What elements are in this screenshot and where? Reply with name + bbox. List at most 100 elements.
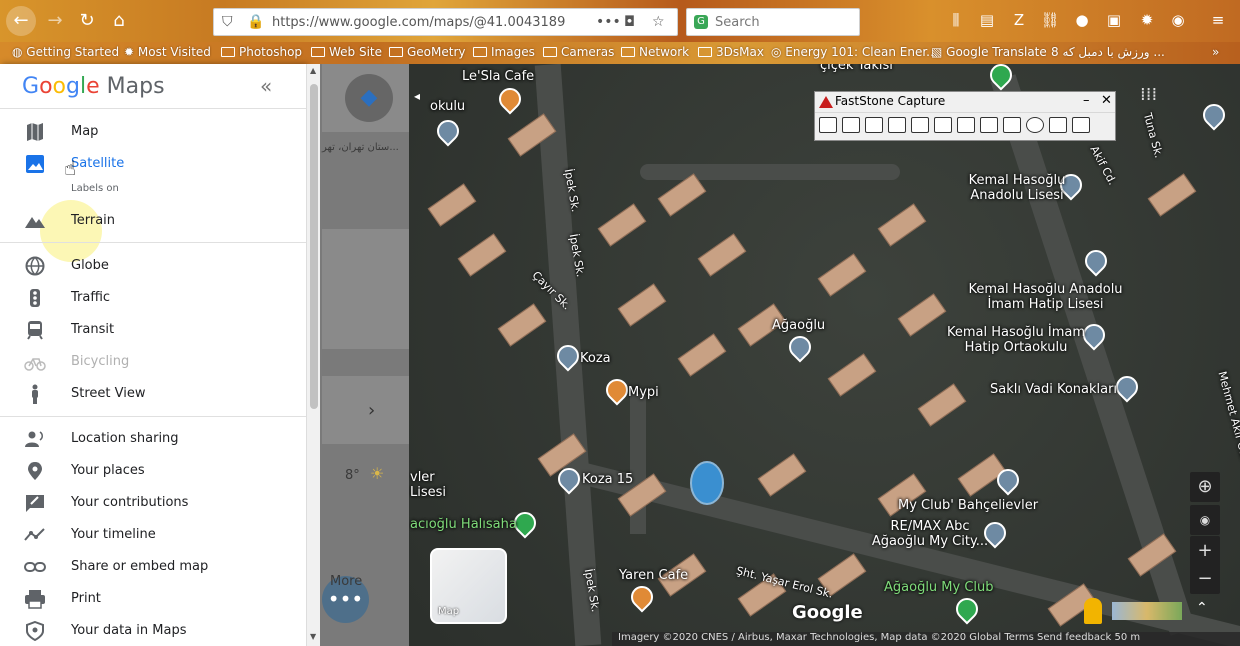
output-icon[interactable] <box>1049 117 1067 133</box>
bookmark-star-icon[interactable]: ☆ <box>652 14 665 30</box>
globe-view-button[interactable]: ⊕ <box>1190 472 1220 502</box>
sidebar-icon[interactable]: ▤ <box>977 11 997 31</box>
apps-grid-icon[interactable]: ⁞⁞⁞ <box>1140 84 1157 105</box>
address-bar[interactable]: ⛉ 🔒 https://www.google.com/maps/@41.0043… <box>213 8 678 36</box>
menu-scrollbar[interactable]: ▲ ▼ <box>306 64 320 646</box>
map-type-toggle[interactable]: Map <box>430 548 507 624</box>
bookmark-network[interactable]: Network <box>621 45 689 59</box>
capture-window-icon[interactable] <box>842 117 860 133</box>
place-label[interactable]: acıoğlu Halısaha <box>410 517 517 532</box>
collapse-panel-icon[interactable]: ◂ <box>414 89 420 103</box>
chevron-right-icon[interactable]: › <box>368 400 375 421</box>
capture-video-icon[interactable] <box>1003 117 1021 133</box>
my-location-button[interactable]: ◉ <box>1190 505 1220 535</box>
expand-icon[interactable]: ⌃ <box>1196 600 1208 616</box>
open-file-icon[interactable] <box>819 117 837 133</box>
place-label[interactable]: Kemal Hasoğlu İmam Hatip Ortaokulu <box>946 325 1086 355</box>
place-label[interactable]: vler Lisesi <box>410 470 460 500</box>
extension-link-icon[interactable]: ⛓ <box>1040 11 1060 31</box>
capture-fixed-icon[interactable] <box>980 117 998 133</box>
menu-item-share-embed[interactable]: Share or embed map <box>0 553 306 581</box>
capture-scroll-icon[interactable] <box>957 117 975 133</box>
bookmark-images[interactable]: Images <box>473 45 535 59</box>
bookmark-geometry[interactable]: GeoMetry <box>389 45 466 59</box>
school-pin-icon[interactable] <box>432 115 464 147</box>
place-label[interactable]: Mypi <box>628 385 659 400</box>
reload-button[interactable]: ↻ <box>72 6 102 36</box>
faststone-capture-window[interactable]: FastStone Capture – ✕ <box>814 91 1116 141</box>
forward-button[interactable]: → <box>40 6 70 36</box>
place-label[interactable]: Ağaoğlu My Club <box>884 580 994 595</box>
search-field[interactable]: G Search <box>686 8 860 36</box>
menu-item-your-timeline[interactable]: Your timeline <box>0 521 306 549</box>
bookmark-getting-started[interactable]: ◍ Getting Started <box>12 45 119 59</box>
menu-hamburger-icon[interactable]: ≡ <box>1208 11 1228 31</box>
timer-icon[interactable] <box>1026 117 1044 133</box>
place-label[interactable]: RE/MAX Abc Ağaoğlu My City... <box>870 519 990 549</box>
menu-item-satellite[interactable]: Satellite <box>0 150 306 178</box>
bookmark-cameras[interactable]: Cameras <box>543 45 614 59</box>
place-label[interactable]: Ağaoğlu <box>772 318 825 333</box>
menu-item-transit[interactable]: Transit <box>0 316 306 344</box>
menu-item-location-sharing[interactable]: Location sharing <box>0 425 306 453</box>
capture-freehand-icon[interactable] <box>911 117 929 133</box>
capture-rect-icon[interactable] <box>888 117 906 133</box>
park-pin-icon[interactable] <box>951 593 983 625</box>
extension-ball-icon[interactable]: ● <box>1072 11 1092 31</box>
home-button[interactable]: ⌂ <box>104 6 134 36</box>
screenshot-icon[interactable]: ▣ <box>1104 11 1124 31</box>
page-actions-icon[interactable]: ••• <box>596 14 621 30</box>
capture-object-icon[interactable] <box>865 117 883 133</box>
minimize-icon[interactable]: – <box>1083 93 1090 108</box>
bookmark-photoshop[interactable]: Photoshop <box>221 45 302 59</box>
place-label[interactable]: Koza <box>580 351 611 366</box>
bookmark-google-translate[interactable]: ▧ Google Translate <box>931 45 1047 59</box>
menu-item-street-view[interactable]: Street View <box>0 380 306 408</box>
restaurant-pin-icon[interactable] <box>494 83 526 115</box>
bookmark-web-site[interactable]: Web Site <box>311 45 382 59</box>
menu-item-print[interactable]: Print <box>0 585 306 613</box>
place-label[interactable]: Koza 15 <box>582 472 633 487</box>
menu-item-your-places[interactable]: Your places <box>0 457 306 485</box>
menu-item-your-data[interactable]: Your data in Maps <box>0 617 306 645</box>
school-pin-icon[interactable] <box>1080 245 1112 277</box>
bookmark-3dsmax[interactable]: 3DsMax <box>698 45 764 59</box>
capture-fullscreen-icon[interactable] <box>934 117 952 133</box>
layers-preview[interactable] <box>1112 602 1182 620</box>
bookmarks-overflow-icon[interactable]: » <box>1212 45 1219 59</box>
labels-on-text[interactable]: Labels on <box>71 183 119 194</box>
bookmark-most-visited[interactable]: ✹ Most Visited <box>124 45 211 59</box>
scroll-up-icon[interactable]: ▲ <box>310 66 316 75</box>
place-pin-icon[interactable] <box>1198 99 1230 131</box>
pegman-icon[interactable] <box>1084 598 1102 624</box>
place-label[interactable]: çiçek Takısı <box>820 64 893 73</box>
place-label[interactable]: Le'Sla Cafe <box>462 69 534 84</box>
collapse-menu-button[interactable]: « <box>260 74 272 98</box>
account-icon[interactable]: ◉ <box>1168 11 1188 31</box>
extension-z-icon[interactable]: Z <box>1009 11 1029 31</box>
bookmark-persian[interactable]: 8 ورزش با دمبل که ... <box>1051 45 1165 59</box>
extension-gear-icon[interactable]: ✹ <box>1137 11 1157 31</box>
place-label[interactable]: Kemal Hasoğlu Anadolu İmam Hatip Lisesi <box>968 282 1123 312</box>
scroll-down-icon[interactable]: ▼ <box>310 632 316 641</box>
library-icon[interactable]: ⫼ <box>946 11 966 31</box>
back-button[interactable]: ← <box>6 6 36 36</box>
scrollbar-thumb[interactable] <box>310 84 318 409</box>
place-label[interactable]: okulu <box>430 99 465 114</box>
bookmark-energy-101[interactable]: ◎ Energy 101: Clean Ener... <box>771 45 938 59</box>
menu-item-traffic[interactable]: Traffic <box>0 284 306 312</box>
zoom-out-button[interactable]: − <box>1190 564 1220 594</box>
menu-item-globe[interactable]: Globe <box>0 252 306 280</box>
place-pin-icon[interactable] <box>784 331 816 363</box>
settings-icon[interactable] <box>1072 117 1090 133</box>
close-icon[interactable]: ✕ <box>1101 93 1112 108</box>
place-label[interactable]: Yaren Cafe <box>619 568 688 583</box>
place-label[interactable]: My Club' Bahçelievler <box>898 498 1038 513</box>
zoom-in-button[interactable]: + <box>1190 536 1220 566</box>
pocket-icon[interactable]: ◘ <box>624 14 635 30</box>
menu-item-your-contributions[interactable]: Your contributions <box>0 489 306 517</box>
restaurant-pin-icon[interactable] <box>626 581 658 613</box>
place-label[interactable]: Kemal Hasoğlu Anadolu Lisesi <box>962 173 1072 203</box>
directions-icon[interactable]: ◆ <box>345 74 393 122</box>
place-label[interactable]: Saklı Vadi Konakları <box>990 382 1117 397</box>
